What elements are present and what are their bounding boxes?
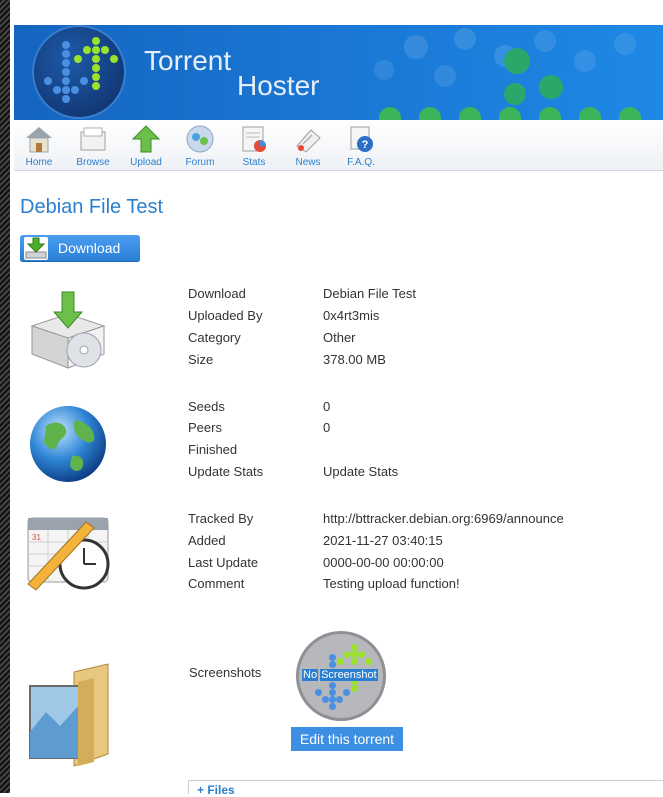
- peers-value: 0: [323, 420, 331, 435]
- torrent-title: Debian File Test: [20, 196, 164, 218]
- news-icon: [293, 124, 323, 154]
- main-nav: Home Browse Upload Forum Stats News ? F.…: [14, 120, 663, 171]
- nav-home-label: Home: [25, 157, 53, 168]
- page: Torrent Hoster Home Browse Upload Forum …: [14, 0, 663, 797]
- tracker-row-comment: Comment Testing upload function!: [188, 576, 658, 592]
- logo-icon[interactable]: [34, 27, 124, 117]
- tracker-label: Tracked By: [188, 511, 254, 526]
- nav-upload-label: Upload: [130, 157, 162, 168]
- added-value: 2021-11-27 03:40:15: [323, 533, 443, 548]
- brand-name-line1: Torrent: [144, 45, 232, 76]
- tracker-row-tracked-by: Tracked By http://bttracker.debian.org:6…: [188, 511, 658, 527]
- uploader-link[interactable]: 0x4rt3mis: [323, 308, 379, 323]
- package-cd-icon: [24, 288, 112, 376]
- stats-row-update: Update Stats Update Stats: [188, 464, 658, 480]
- nav-stats[interactable]: Stats: [232, 122, 276, 168]
- detail-label: Uploaded By: [188, 308, 263, 323]
- stats-row-seeds: Seeds 0: [188, 399, 658, 415]
- nav-news[interactable]: News: [286, 122, 330, 168]
- stats-label: Peers: [188, 420, 222, 435]
- nav-forum-label: Forum: [185, 157, 215, 168]
- nav-stats-label: Stats: [242, 157, 266, 168]
- home-icon: [24, 124, 54, 154]
- screenshots-label: Screenshots: [189, 665, 262, 680]
- download-button-label: Download: [58, 240, 121, 256]
- stats-label: Seeds: [188, 399, 225, 414]
- svg-text:31: 31: [32, 533, 41, 542]
- last-update-value: 0000-00-00 00:00:00: [323, 555, 444, 570]
- nav-browse-label: Browse: [76, 157, 110, 168]
- svg-text:?: ?: [362, 139, 369, 151]
- stats-row-finished: Finished: [188, 442, 658, 458]
- site-banner: Torrent Hoster: [14, 25, 663, 120]
- no-screenshot-text: No Screenshot: [302, 669, 378, 681]
- comment-value: Testing upload function!: [323, 576, 460, 591]
- nav-faq-label: F.A.Q.: [347, 157, 375, 168]
- nav-home[interactable]: Home: [17, 122, 61, 168]
- nav-faq[interactable]: ? F.A.Q.: [339, 122, 383, 168]
- calendar-clock-icon: 31: [24, 508, 112, 596]
- detail-row-download: Download Debian File Test: [188, 286, 658, 302]
- tracker-row-added: Added 2021-11-27 03:40:15: [188, 533, 658, 549]
- size-value: 378.00 MB: [323, 352, 386, 367]
- detail-label: Category: [188, 330, 241, 345]
- pictures-folder-icon: [24, 662, 112, 772]
- tracker-row-last-update: Last Update 0000-00-00 00:00:00: [188, 555, 658, 571]
- no-screenshot-word2: Screenshot: [320, 669, 378, 681]
- update-stats-link[interactable]: Update Stats: [323, 464, 398, 479]
- files-section: + Files: [188, 780, 663, 797]
- brand-name-line2: Hoster: [237, 70, 320, 101]
- detail-row-uploaded-by: Uploaded By 0x4rt3mis: [188, 308, 658, 324]
- nav-upload[interactable]: Upload: [124, 122, 168, 168]
- nav-forum[interactable]: Forum: [178, 122, 222, 168]
- download-button[interactable]: Download: [20, 235, 140, 262]
- stats-label: Finished: [188, 442, 238, 457]
- stats-icon: [239, 124, 269, 154]
- browse-icon: [78, 124, 108, 154]
- forum-icon: [185, 124, 215, 154]
- stats-label: Update Stats: [188, 464, 264, 479]
- tracker-url-value: http://bttracker.debian.org:6969/announc…: [323, 511, 564, 526]
- globe-icon: [24, 400, 112, 488]
- nav-browse[interactable]: Browse: [71, 122, 115, 168]
- stats-row-peers: Peers 0: [188, 420, 658, 436]
- window-edge: [0, 0, 10, 793]
- tracker-label: Last Update: [188, 555, 259, 570]
- no-screenshot-word: No: [302, 669, 319, 681]
- nav-news-label: News: [295, 157, 321, 168]
- category-value: Other: [323, 330, 356, 345]
- tracker-label: Added: [188, 533, 226, 548]
- tracker-label: Comment: [188, 576, 245, 591]
- download-icon: [24, 237, 48, 260]
- detail-label: Size: [188, 352, 214, 367]
- seeds-value: 0: [323, 399, 331, 414]
- detail-row-size: Size 378.00 MB: [188, 352, 658, 368]
- upload-icon: [131, 124, 161, 154]
- detail-label: Download: [188, 286, 246, 301]
- torrent-download-link[interactable]: Debian File Test: [323, 286, 416, 301]
- edit-torrent-button[interactable]: Edit this torrent: [291, 727, 403, 751]
- files-toggle[interactable]: + Files: [197, 783, 235, 797]
- screenshots-row: Screenshots: [189, 665, 289, 681]
- detail-row-category: Category Other: [188, 330, 658, 346]
- faq-icon: ?: [346, 124, 376, 154]
